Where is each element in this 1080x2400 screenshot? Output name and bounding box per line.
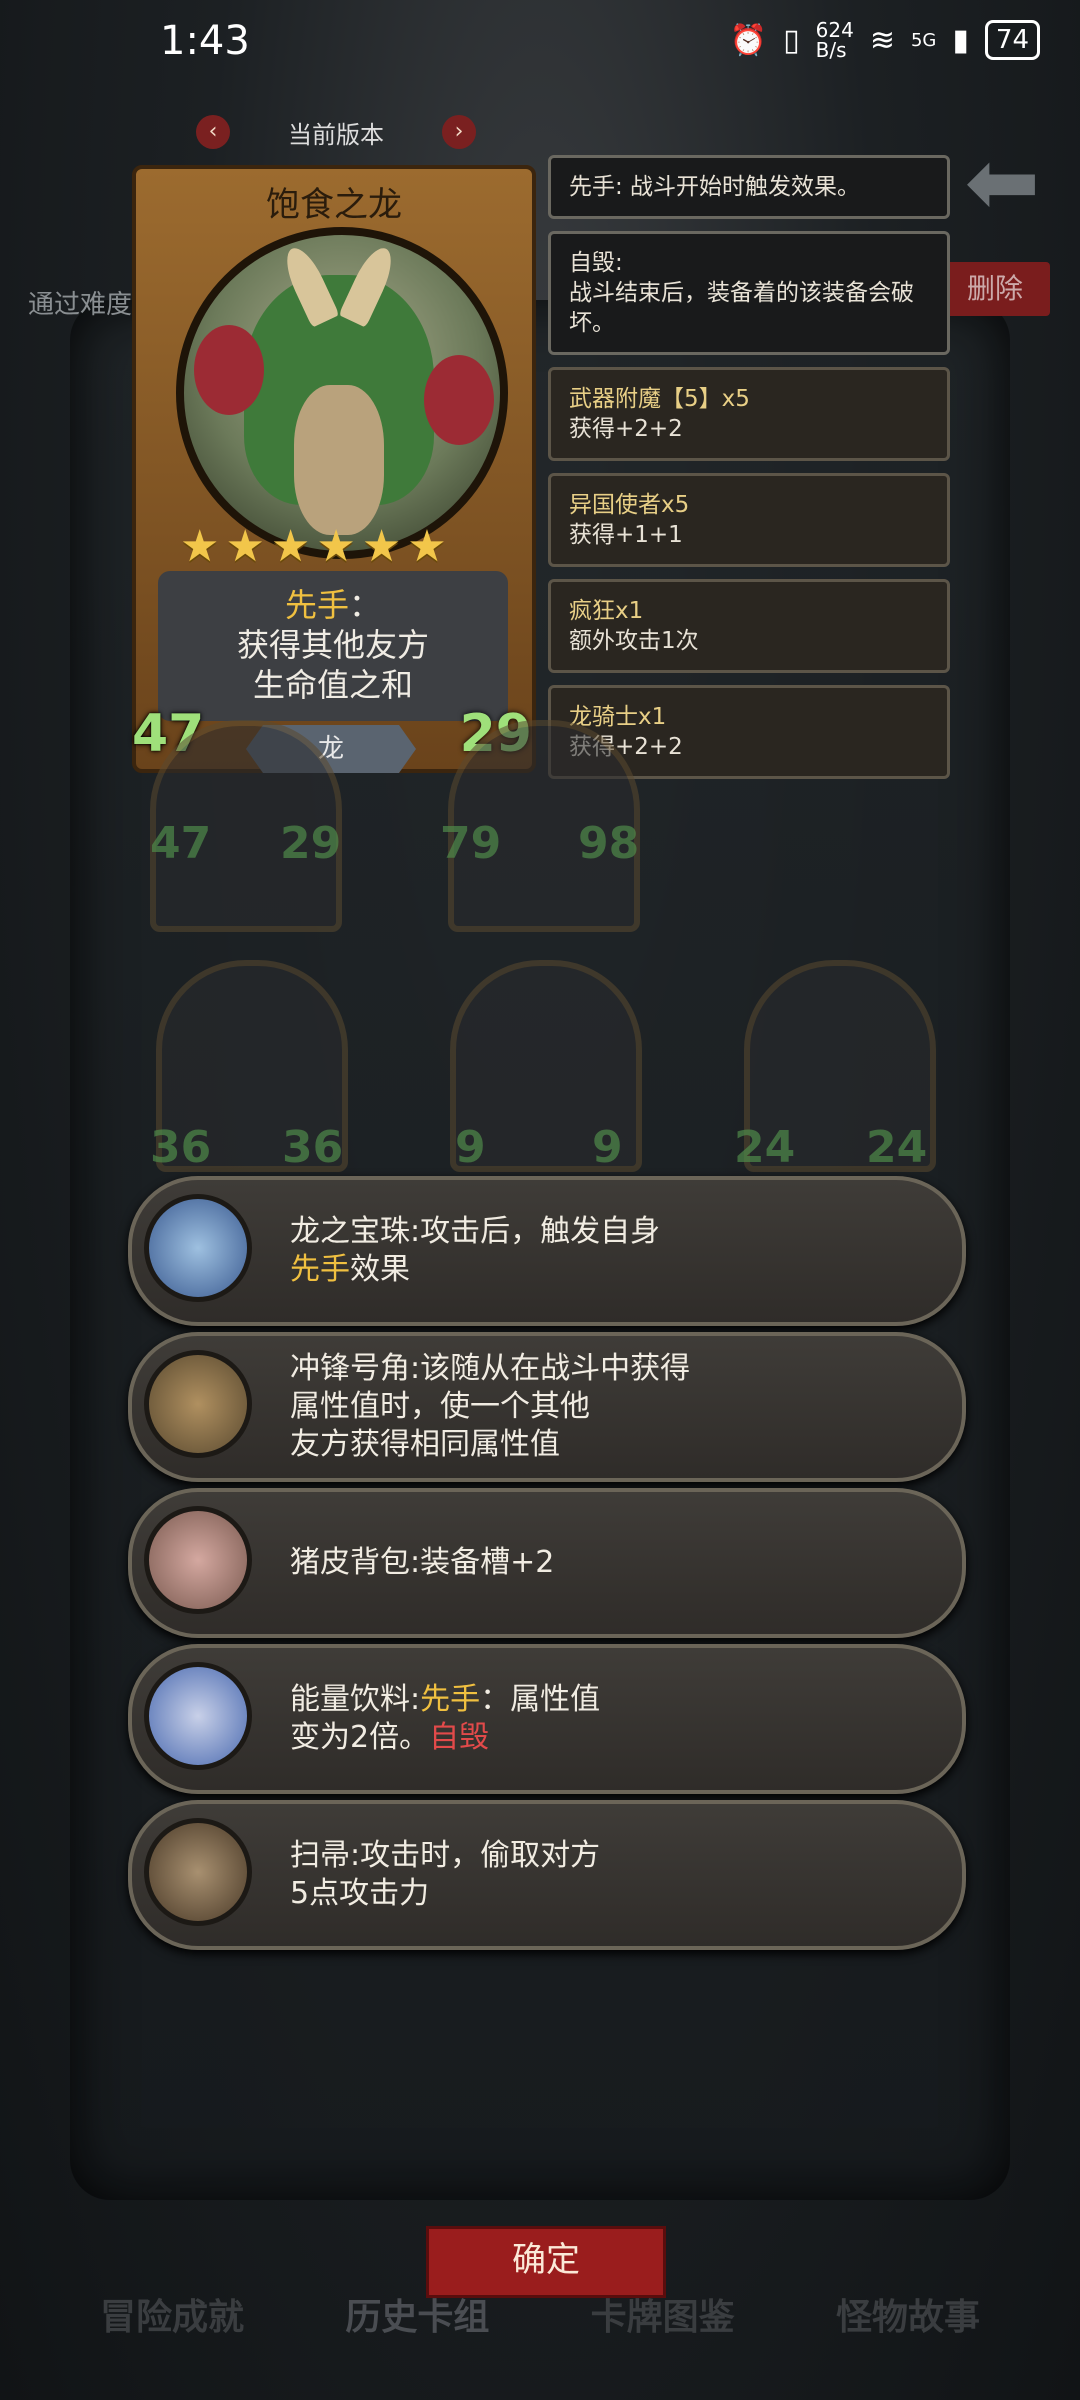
item-line: 龙之宝珠:攻击后，触发自身 xyxy=(290,1214,661,1249)
effect-item: 武器附魔【5】x5 获得+2+2 xyxy=(548,367,950,461)
effect-title: 异国使者x5 xyxy=(569,492,690,518)
slot-health: 29 xyxy=(280,818,342,869)
battery-indicator: 74 xyxy=(984,20,1040,60)
tab-monster-stories[interactable]: 怪物故事 xyxy=(836,2288,980,2340)
dragon-belly xyxy=(294,385,384,535)
minion-card: 饱食之龙 ★★★★★★ 先手： 获得其他友方 生命值之和 47 龙 29 xyxy=(132,165,536,773)
ability-line-1: 获得其他友方 xyxy=(236,626,429,664)
item-description: 能量饮料:先手：属性值 变为2倍。自毁 xyxy=(290,1648,600,1790)
item-description: 扫帚:攻击时，偷取对方 5点攻击力 xyxy=(290,1804,600,1946)
slot-attack: 79 xyxy=(440,818,502,869)
slot-health: 24 xyxy=(866,1122,928,1173)
vibrate-icon: ▯ xyxy=(783,22,800,58)
item-line: 猪皮背包:装备槽+2 xyxy=(290,1545,555,1580)
star-rating: ★ ★ ★ ★ ★ ★ xyxy=(180,521,447,572)
effect-text: 先手: 战斗开始时触发效果。 xyxy=(569,174,861,200)
effect-title: 疯狂x1 xyxy=(569,598,644,624)
item-line: ：属性值 xyxy=(480,1682,601,1717)
item-keyword: 先手 xyxy=(420,1682,481,1717)
star-icon: ★ xyxy=(407,521,447,572)
star-icon: ★ xyxy=(225,521,265,572)
energy-drink-icon xyxy=(144,1662,252,1770)
back-arrow-icon[interactable]: ⬅ xyxy=(965,130,1040,235)
tab-adventure-achievements[interactable]: 冒险成就 xyxy=(100,2288,244,2340)
broom-icon xyxy=(144,1818,252,1926)
effect-text: 额外攻击1次 xyxy=(569,628,699,654)
slot-attack: 9 xyxy=(455,1122,486,1173)
slot-attack: 24 xyxy=(734,1122,796,1173)
tab-history-decks[interactable]: 历史卡组 xyxy=(345,2288,489,2340)
item-description: 龙之宝珠:攻击后，触发自身 先手效果 xyxy=(290,1180,660,1322)
dragon-pearl-icon xyxy=(144,1194,252,1302)
effect-text: 获得+1+1 xyxy=(569,522,683,548)
effect-text: 获得+2+2 xyxy=(569,416,683,442)
star-icon: ★ xyxy=(316,521,356,572)
delete-button[interactable]: 删除 xyxy=(940,262,1050,316)
meat-icon xyxy=(424,355,494,445)
item-line: 扫帚:攻击时，偷取对方 xyxy=(290,1838,601,1873)
item-line: 能量饮料: xyxy=(290,1682,421,1717)
network-type: 5G xyxy=(910,29,937,51)
item-line: 5点攻击力 xyxy=(290,1876,430,1911)
ability-colon: ： xyxy=(349,586,382,624)
equipment-item[interactable]: 龙之宝珠:攻击后，触发自身 先手效果 xyxy=(128,1176,966,1326)
item-line: 属性值时，使一个其他 xyxy=(290,1389,590,1424)
meat-icon xyxy=(194,325,264,415)
version-label: 当前版本 xyxy=(288,120,384,149)
ability-line-2: 生命值之和 xyxy=(252,666,413,704)
slot-health: 9 xyxy=(592,1122,623,1173)
star-icon: ★ xyxy=(270,521,311,572)
item-description: 冲锋号角:该随从在战斗中获得 属性值时，使一个其他 友方获得相同属性值 xyxy=(290,1336,690,1478)
tab-card-gallery[interactable]: 卡牌图鉴 xyxy=(591,2288,735,2340)
difficulty-text: 通过难度 xyxy=(28,290,133,320)
item-keyword-red: 自毁 xyxy=(429,1720,490,1755)
version-nav: ‹ 当前版本 › xyxy=(196,112,476,152)
slot-attack: 36 xyxy=(150,1122,212,1173)
item-description: 猪皮背包:装备槽+2 xyxy=(290,1492,554,1634)
equipment-item[interactable]: 扫帚:攻击时，偷取对方 5点攻击力 xyxy=(128,1800,966,1950)
effect-title: 武器附魔【5】x5 xyxy=(569,386,750,412)
item-keyword: 先手 xyxy=(290,1252,350,1287)
signal-icon: ▮ xyxy=(952,22,969,58)
effect-title: 龙骑士x1 xyxy=(569,704,667,730)
effect-item: 自毁: 战斗结束后，装备着的该装备会破坏。 xyxy=(548,231,950,355)
dragon-portrait xyxy=(176,227,508,559)
star-icon: ★ xyxy=(361,521,402,572)
slot-health: 36 xyxy=(282,1122,344,1173)
effect-item: 异国使者x5 获得+1+1 xyxy=(548,473,950,567)
prev-version-button[interactable]: ‹ xyxy=(196,115,230,149)
wifi-icon: ≋ xyxy=(869,22,895,58)
bottom-tabs: 冒险成就 历史卡组 卡牌图鉴 怪物故事 xyxy=(100,2288,980,2340)
item-line: 友方获得相同属性值 xyxy=(290,1427,560,1462)
card-name: 饱食之龙 xyxy=(266,185,402,225)
equipment-item[interactable]: 能量饮料:先手：属性值 变为2倍。自毁 xyxy=(128,1644,966,1794)
item-line: 冲锋号角:该随从在战斗中获得 xyxy=(290,1351,691,1386)
slot-attack: 47 xyxy=(150,818,212,869)
network-speed: 624 B/s xyxy=(815,18,854,62)
next-version-button[interactable]: › xyxy=(442,115,476,149)
item-line: 变为2倍。 xyxy=(290,1720,430,1755)
alarm-icon: ⏰ xyxy=(729,22,768,58)
effects-panel[interactable]: 先手: 战斗开始时触发效果。 自毁: 战斗结束后，装备着的该装备会破坏。 武器附… xyxy=(548,155,950,780)
effect-item: 疯狂x1 额外攻击1次 xyxy=(548,579,950,673)
effect-item: 先手: 战斗开始时触发效果。 xyxy=(548,155,950,219)
card-ability-text: 先手： 获得其他友方 生命值之和 xyxy=(158,571,508,721)
ability-keyword: 先手 xyxy=(284,586,349,624)
star-icon: ★ xyxy=(180,521,220,572)
equipment-item[interactable]: 猪皮背包:装备槽+2 xyxy=(128,1488,966,1638)
status-icons: ⏰ ▯ 624 B/s ≋ 5G ▮ 74 xyxy=(730,20,1040,60)
pig-backpack-icon xyxy=(144,1506,252,1614)
slot-health: 98 xyxy=(578,818,640,869)
effect-text: 自毁: 战斗结束后，装备着的该装备会破坏。 xyxy=(569,250,914,336)
status-time: 1:43 xyxy=(160,18,250,64)
charge-horn-icon xyxy=(144,1350,252,1458)
equipment-item[interactable]: 冲锋号角:该随从在战斗中获得 属性值时，使一个其他 友方获得相同属性值 xyxy=(128,1332,966,1482)
status-bar: 1:43 ⏰ ▯ 624 B/s ≋ 5G ▮ 74 xyxy=(0,0,1080,90)
item-line: 效果 xyxy=(350,1252,410,1287)
